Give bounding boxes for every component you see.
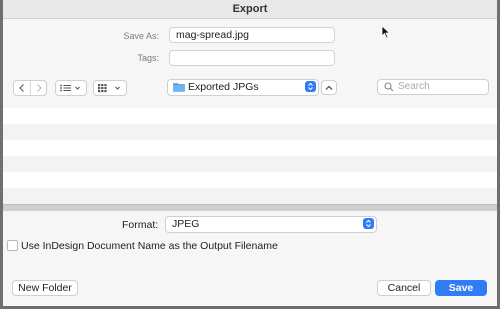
folder-icon [173,83,185,92]
search-icon [384,82,394,92]
search-field[interactable]: Search [377,79,489,95]
use-doc-name-label: Use InDesign Document Name as the Output… [21,240,278,252]
title-bar: Export [3,0,497,19]
up-down-chevron-icon [366,219,371,228]
cancel-button[interactable]: Cancel [377,280,431,296]
location-popup[interactable]: Exported JPGs [167,79,319,96]
grid-view-button[interactable] [93,80,127,96]
mouse-pointer-icon [381,25,391,39]
chevron-left-icon [19,84,24,92]
location-stepper [305,81,316,92]
save-as-input[interactable]: mag-spread.jpg [169,27,335,43]
format-stepper [363,218,374,229]
back-button[interactable] [14,81,30,95]
grid-view-icon [98,84,120,93]
list-item [3,140,497,156]
use-doc-name-checkbox[interactable] [7,240,18,251]
tags-label: Tags: [137,53,159,63]
save-as-label: Save As: [123,31,159,41]
format-value: JPEG [172,218,200,230]
file-list[interactable] [3,108,497,204]
new-folder-button[interactable]: New Folder [12,280,78,296]
list-item [3,156,497,172]
location-folder-name: Exported JPGs [188,81,259,93]
back-forward-group [13,80,47,96]
window-title: Export [232,3,268,15]
search-placeholder: Search [398,81,430,92]
list-item [3,188,497,204]
list-view-button[interactable] [55,80,87,96]
list-item [3,172,497,188]
format-select[interactable]: JPEG [165,216,377,233]
save-button[interactable]: Save [435,280,487,296]
pane-splitter[interactable] [3,204,497,211]
export-dialog: Export Save As: mag-spread.jpg Tags: Exp… [3,0,497,306]
list-view-icon [60,84,80,92]
collapse-expand-button[interactable] [321,80,337,95]
chevron-right-icon [36,84,42,92]
forward-button[interactable] [30,81,46,95]
list-item [3,108,497,124]
tags-input[interactable] [169,50,335,66]
format-label: Format: [122,219,159,231]
chevron-up-icon [325,85,333,90]
list-item [3,124,497,140]
up-down-chevron-icon [308,82,313,91]
